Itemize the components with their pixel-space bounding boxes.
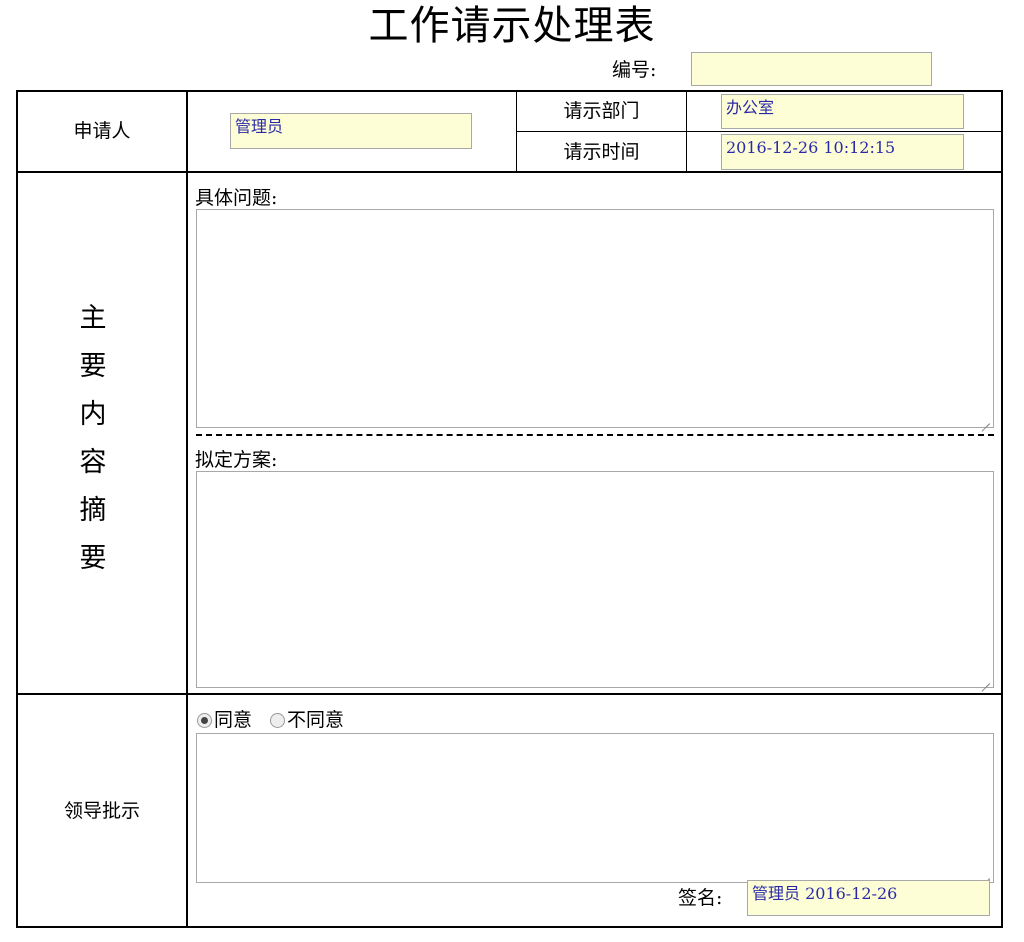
resize-grip-icon[interactable] [982, 871, 990, 879]
summary-label-char: 主 [79, 303, 107, 334]
reject-label: 不同意 [287, 709, 345, 731]
row-divider-header [16, 171, 1003, 173]
plan-textarea[interactable] [196, 471, 994, 688]
problem-textarea[interactable] [196, 209, 994, 428]
radio-unchecked-icon[interactable] [270, 712, 286, 728]
dashed-divider [196, 434, 994, 436]
approval-radio-group: 同意 不同意 [197, 708, 362, 732]
department-field[interactable]: 办公室 [721, 94, 964, 129]
approve-radio[interactable]: 同意 [197, 708, 252, 732]
row-divider-dept [517, 131, 1002, 132]
summary-label: 主 要 内 容 摘 要 [68, 295, 118, 583]
applicant-label: 申请人 [73, 120, 131, 142]
approve-label: 同意 [214, 709, 253, 731]
col-divider-right [686, 92, 687, 172]
summary-label-char: 要 [79, 543, 107, 574]
summary-label-char: 容 [79, 447, 107, 478]
radio-checked-icon[interactable] [197, 712, 212, 728]
signature-label: 签名: [678, 887, 723, 909]
applicant-field[interactable]: 管理员 [230, 113, 472, 149]
request-time-field[interactable]: 2016-12-26 10:12:15 [721, 134, 964, 170]
resize-grip-icon[interactable] [982, 416, 990, 424]
form-title: 工作请示处理表 [368, 3, 656, 49]
col-divider-label [186, 90, 188, 928]
summary-label-char: 摘 [79, 495, 107, 526]
problem-label: 具体问题: [195, 187, 278, 209]
leader-label: 领导批示 [63, 800, 140, 822]
row-divider-leader [16, 693, 1003, 695]
summary-label-char: 内 [79, 399, 107, 430]
plan-label: 拟定方案: [195, 449, 278, 471]
department-label: 请示部门 [563, 100, 640, 122]
leader-comment-textarea[interactable] [196, 733, 994, 883]
resize-grip-icon[interactable] [982, 676, 990, 684]
reject-radio[interactable]: 不同意 [270, 708, 344, 732]
request-time-label: 请示时间 [563, 141, 640, 163]
code-field[interactable] [691, 52, 932, 86]
summary-label-char: 要 [79, 351, 107, 382]
signature-field[interactable]: 管理员 2016-12-26 [747, 880, 990, 916]
code-label: 编号: [612, 59, 657, 81]
